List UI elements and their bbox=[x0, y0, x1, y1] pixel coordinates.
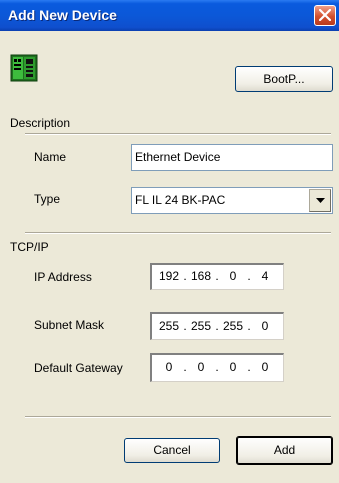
network-device-icon bbox=[10, 54, 38, 82]
ip-address-label: IP Address bbox=[34, 270, 92, 284]
type-label: Type bbox=[34, 192, 61, 206]
gateway-octet-4[interactable]: 0 bbox=[252, 355, 278, 380]
bootp-button-label: BootP... bbox=[263, 72, 305, 86]
ip-octet-3[interactable]: 0 bbox=[220, 265, 246, 288]
name-input[interactable]: Ethernet Device bbox=[131, 144, 333, 171]
mask-octet-4[interactable]: 0 bbox=[252, 314, 278, 338]
subnet-mask-label: Subnet Mask bbox=[34, 318, 105, 332]
mask-octet-1[interactable]: 255 bbox=[156, 314, 182, 338]
add-button-label: Add bbox=[273, 443, 296, 457]
description-divider bbox=[25, 133, 331, 135]
name-label: Name bbox=[34, 150, 67, 164]
mask-octet-2[interactable]: 255 bbox=[188, 314, 214, 338]
default-gateway-field[interactable]: 0 . 0 . 0 . 0 bbox=[150, 353, 284, 382]
title-bar[interactable]: Add New Device bbox=[0, 0, 339, 31]
close-icon bbox=[319, 9, 331, 21]
add-button[interactable]: Add bbox=[236, 436, 333, 465]
tcpip-section-label: TCP/IP bbox=[10, 240, 49, 254]
description-section-label: Description bbox=[10, 116, 71, 130]
chevron-down-icon bbox=[316, 198, 325, 203]
cancel-button[interactable]: Cancel bbox=[124, 438, 220, 463]
default-gateway-label: Default Gateway bbox=[34, 361, 123, 375]
name-input-value: Ethernet Device bbox=[135, 150, 221, 164]
type-select-value: FL IL 24 BK-PAC bbox=[135, 193, 226, 207]
gateway-octet-3[interactable]: 0 bbox=[220, 355, 246, 380]
ip-octet-4[interactable]: 4 bbox=[252, 265, 278, 288]
mask-octet-3[interactable]: 255 bbox=[220, 314, 246, 338]
close-button[interactable] bbox=[314, 5, 336, 26]
subnet-mask-field[interactable]: 255 . 255 . 255 . 0 bbox=[150, 312, 284, 340]
type-select[interactable]: FL IL 24 BK-PAC bbox=[131, 187, 333, 214]
type-dropdown-button[interactable] bbox=[309, 189, 331, 212]
footer-divider bbox=[25, 416, 331, 418]
gateway-octet-2[interactable]: 0 bbox=[188, 355, 214, 380]
bootp-button[interactable]: BootP... bbox=[235, 66, 333, 92]
gateway-octet-1[interactable]: 0 bbox=[156, 355, 182, 380]
add-new-device-dialog: Add New Device BootP... Description Name… bbox=[0, 0, 339, 483]
cancel-button-label: Cancel bbox=[153, 443, 191, 457]
ip-octet-2[interactable]: 168 bbox=[188, 265, 214, 288]
tcpip-divider bbox=[25, 232, 331, 234]
ip-address-field[interactable]: 192 . 168 . 0 . 4 bbox=[150, 263, 284, 290]
ip-octet-1[interactable]: 192 bbox=[156, 265, 182, 288]
window-title: Add New Device bbox=[8, 7, 117, 23]
